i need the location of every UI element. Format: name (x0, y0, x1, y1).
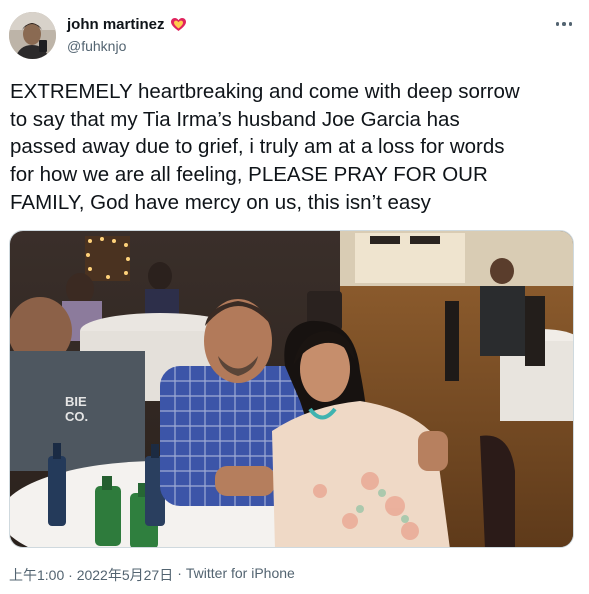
meta-separator: · (177, 565, 182, 581)
source-link[interactable]: Twitter for iPhone (186, 565, 295, 585)
more-options-icon[interactable] (552, 14, 576, 34)
display-name[interactable]: john martinez (67, 16, 165, 33)
tweet-text: EXTREMELY heartbreaking and come with de… (10, 80, 520, 214)
dot (555, 22, 560, 26)
tweet-meta: 上午1:00 · 2022年5月27日 · Twitter for iPhone (9, 565, 295, 585)
photo-couple-at-party-icon: BIE CO. (10, 231, 573, 547)
svg-text:BIE: BIE (65, 394, 87, 409)
svg-text:CO.: CO. (65, 409, 88, 424)
tweet: john martinez @fuhknjo EXTREMELY heartbr… (0, 0, 589, 594)
dot (562, 22, 566, 26)
tweet-photo[interactable]: BIE CO. (9, 230, 574, 548)
author-handle[interactable]: @fuhknjo (67, 38, 126, 54)
heart-emoji-icon (170, 16, 187, 33)
dot (568, 22, 573, 26)
avatar[interactable] (9, 12, 56, 59)
timestamp[interactable]: 上午1:00 · 2022年5月27日 (9, 565, 173, 585)
author-name-row: john martinez (67, 16, 187, 33)
profile-photo-icon (9, 12, 56, 59)
